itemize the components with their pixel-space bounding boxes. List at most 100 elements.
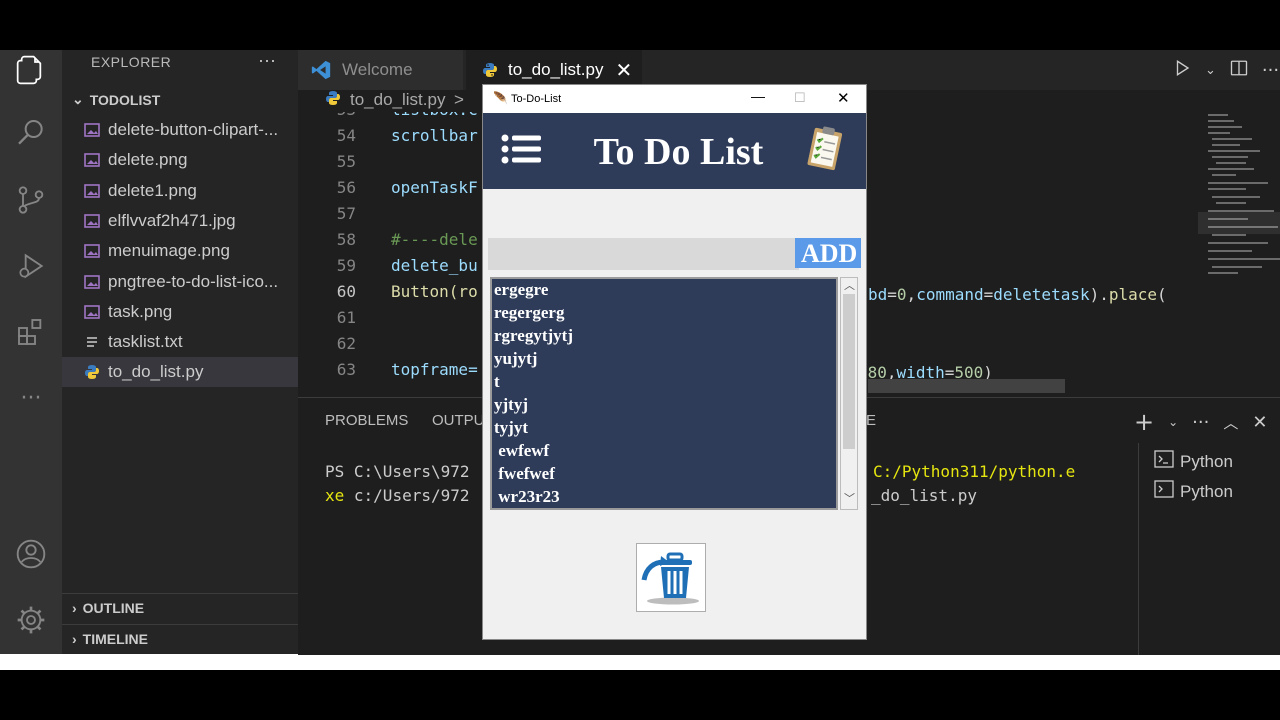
editor-tabs: Welcome to_do_list.py ✕ ⌄ ··· <box>298 50 1280 90</box>
window-title: To-Do-List <box>511 93 562 105</box>
file-item[interactable]: to_do_list.py <box>62 357 298 388</box>
outline-section[interactable]: › OUTLINE <box>72 600 144 616</box>
file-item[interactable]: delete-button-clipart-... <box>62 115 298 145</box>
line-number: 55 <box>336 152 356 171</box>
code-line-60-tail: bd=0,command=deletetask).place( <box>868 285 1167 304</box>
chevron-right-icon: › <box>72 631 77 647</box>
file-name: task.png <box>108 301 173 321</box>
code-line: #----dele <box>391 230 478 249</box>
terminal-item[interactable]: Python <box>1154 479 1233 504</box>
image-file-icon <box>84 122 100 138</box>
top-letterbox <box>0 0 1280 50</box>
scrollbar-thumb[interactable] <box>843 294 855 449</box>
minimap[interactable] <box>1198 112 1280 397</box>
file-name: delete1.png <box>108 180 197 200</box>
close-panel-icon[interactable]: ✕ <box>1252 412 1267 433</box>
tab-problems[interactable]: PROBLEMS <box>325 412 408 429</box>
source-control-icon[interactable] <box>13 182 49 218</box>
close-tab-icon[interactable]: ✕ <box>615 58 632 83</box>
task-item[interactable]: fwefwef <box>494 464 555 484</box>
line-number: 56 <box>336 178 356 197</box>
run-dropdown-icon[interactable]: ⌄ <box>1205 63 1216 78</box>
maximize-panel-icon[interactable]: ︿ <box>1223 412 1238 433</box>
task-item[interactable]: wr23r23 <box>494 487 559 507</box>
file-name: delete-button-clipart-... <box>108 120 279 139</box>
file-item[interactable]: task.png <box>62 297 298 327</box>
editor-horizontal-scrollbar[interactable] <box>868 379 1065 393</box>
explorer-more-icon[interactable]: ··· <box>258 50 276 71</box>
account-icon[interactable] <box>13 536 49 572</box>
terminal-path: c:/Users/972 <box>353 486 470 505</box>
file-name: to_do_list.py <box>108 362 204 382</box>
task-item[interactable]: t <box>494 372 500 392</box>
file-item[interactable]: menuimage.png <box>62 236 298 266</box>
more-actions-icon[interactable]: ··· <box>1262 60 1279 81</box>
image-file-icon <box>84 304 100 320</box>
tab-partial[interactable]: E <box>866 412 876 429</box>
task-item[interactable]: tyjyt <box>494 418 528 438</box>
line-number: 59 <box>336 256 356 275</box>
settings-gear-icon[interactable] <box>13 602 49 638</box>
delete-button[interactable] <box>636 543 706 612</box>
file-item[interactable]: tasklist.txt <box>62 327 298 357</box>
minimize-icon[interactable]: — <box>751 88 765 104</box>
todo-app-window: 🪶 To-Do-List — ☐ ✕ To Do List ADD ergegr… <box>483 85 866 639</box>
code-line: scrollbar <box>391 126 478 145</box>
terminal-icon <box>1154 479 1174 504</box>
file-item[interactable]: pngtree-to-do-list-ico... <box>62 267 298 297</box>
line-number: 60 <box>336 282 356 301</box>
task-listbox[interactable]: ergegre regergerg rgregytjytj yujytj t yjtyj t… <box>490 277 838 510</box>
line-number: 63 <box>336 360 356 379</box>
task-item[interactable]: rgregytjytj <box>494 326 573 346</box>
new-terminal-plus-icon[interactable]: + <box>1134 408 1154 436</box>
task-item[interactable]: regergerg <box>494 303 564 323</box>
code-line: openTaskF <box>391 178 478 197</box>
file-item[interactable]: elflvvaf2h471.jpg <box>62 206 298 236</box>
extensions-icon[interactable] <box>13 314 49 350</box>
feather-icon: 🪶 <box>493 91 508 105</box>
file-item[interactable]: delete1.png <box>62 176 298 206</box>
close-window-icon[interactable]: ✕ <box>837 89 850 107</box>
search-icon[interactable] <box>13 115 49 151</box>
tab-welcome[interactable]: Welcome <box>298 50 463 90</box>
bottom-strip <box>0 654 1280 670</box>
explorer-icon[interactable] <box>13 52 49 88</box>
outline-label: OUTLINE <box>82 600 145 616</box>
run-debug-icon[interactable] <box>13 248 49 284</box>
image-file-icon <box>84 243 100 259</box>
python-file-icon <box>325 90 341 106</box>
task-item[interactable]: yujytj <box>494 349 537 369</box>
task-entry[interactable] <box>488 238 799 270</box>
add-button[interactable]: ADD <box>795 238 861 268</box>
image-file-icon <box>84 152 100 168</box>
file-name: elflvvaf2h471.jpg <box>108 210 236 230</box>
line-number: 54 <box>336 126 356 145</box>
terminal-icon <box>1154 449 1174 474</box>
split-editor-icon[interactable] <box>1230 59 1248 81</box>
file-name: tasklist.txt <box>108 332 183 352</box>
line-number: 53 <box>298 112 356 119</box>
scroll-down-icon[interactable]: ﹀ <box>844 490 855 506</box>
task-item[interactable]: ewfewf <box>494 441 549 461</box>
line-number: 62 <box>336 334 356 353</box>
line-number: 57 <box>336 204 356 223</box>
panel-more-icon[interactable]: ··· <box>1192 412 1209 433</box>
scroll-up-icon[interactable]: ︿ <box>844 277 855 293</box>
more-icon[interactable]: ··· <box>13 380 49 416</box>
tab-to-do-list-py[interactable]: to_do_list.py ✕ <box>466 50 642 90</box>
terminal-dropdown-icon[interactable]: ⌄ <box>1168 415 1178 429</box>
run-icon[interactable] <box>1173 59 1191 81</box>
text-file-icon <box>84 334 100 350</box>
task-item[interactable]: ergegre <box>494 280 548 300</box>
window-titlebar[interactable]: 🪶 To-Do-List — ☐ ✕ <box>483 85 866 113</box>
terminal-line-2a: xe c:/Users/972 <box>325 486 470 505</box>
maximize-icon[interactable]: ☐ <box>794 90 806 106</box>
task-item[interactable]: yjtyj <box>494 395 528 415</box>
folder-header[interactable]: ⌄ TODOLIST <box>72 91 160 108</box>
terminal-item[interactable]: Python <box>1154 449 1233 474</box>
terminal-name: Python <box>1180 451 1233 471</box>
listbox-scrollbar[interactable]: ︿ ﹀ <box>840 277 858 510</box>
file-item[interactable]: delete.png <box>62 145 298 175</box>
timeline-section[interactable]: › TIMELINE <box>72 631 148 647</box>
breadcrumb-file[interactable]: to_do_list.py <box>350 90 445 110</box>
